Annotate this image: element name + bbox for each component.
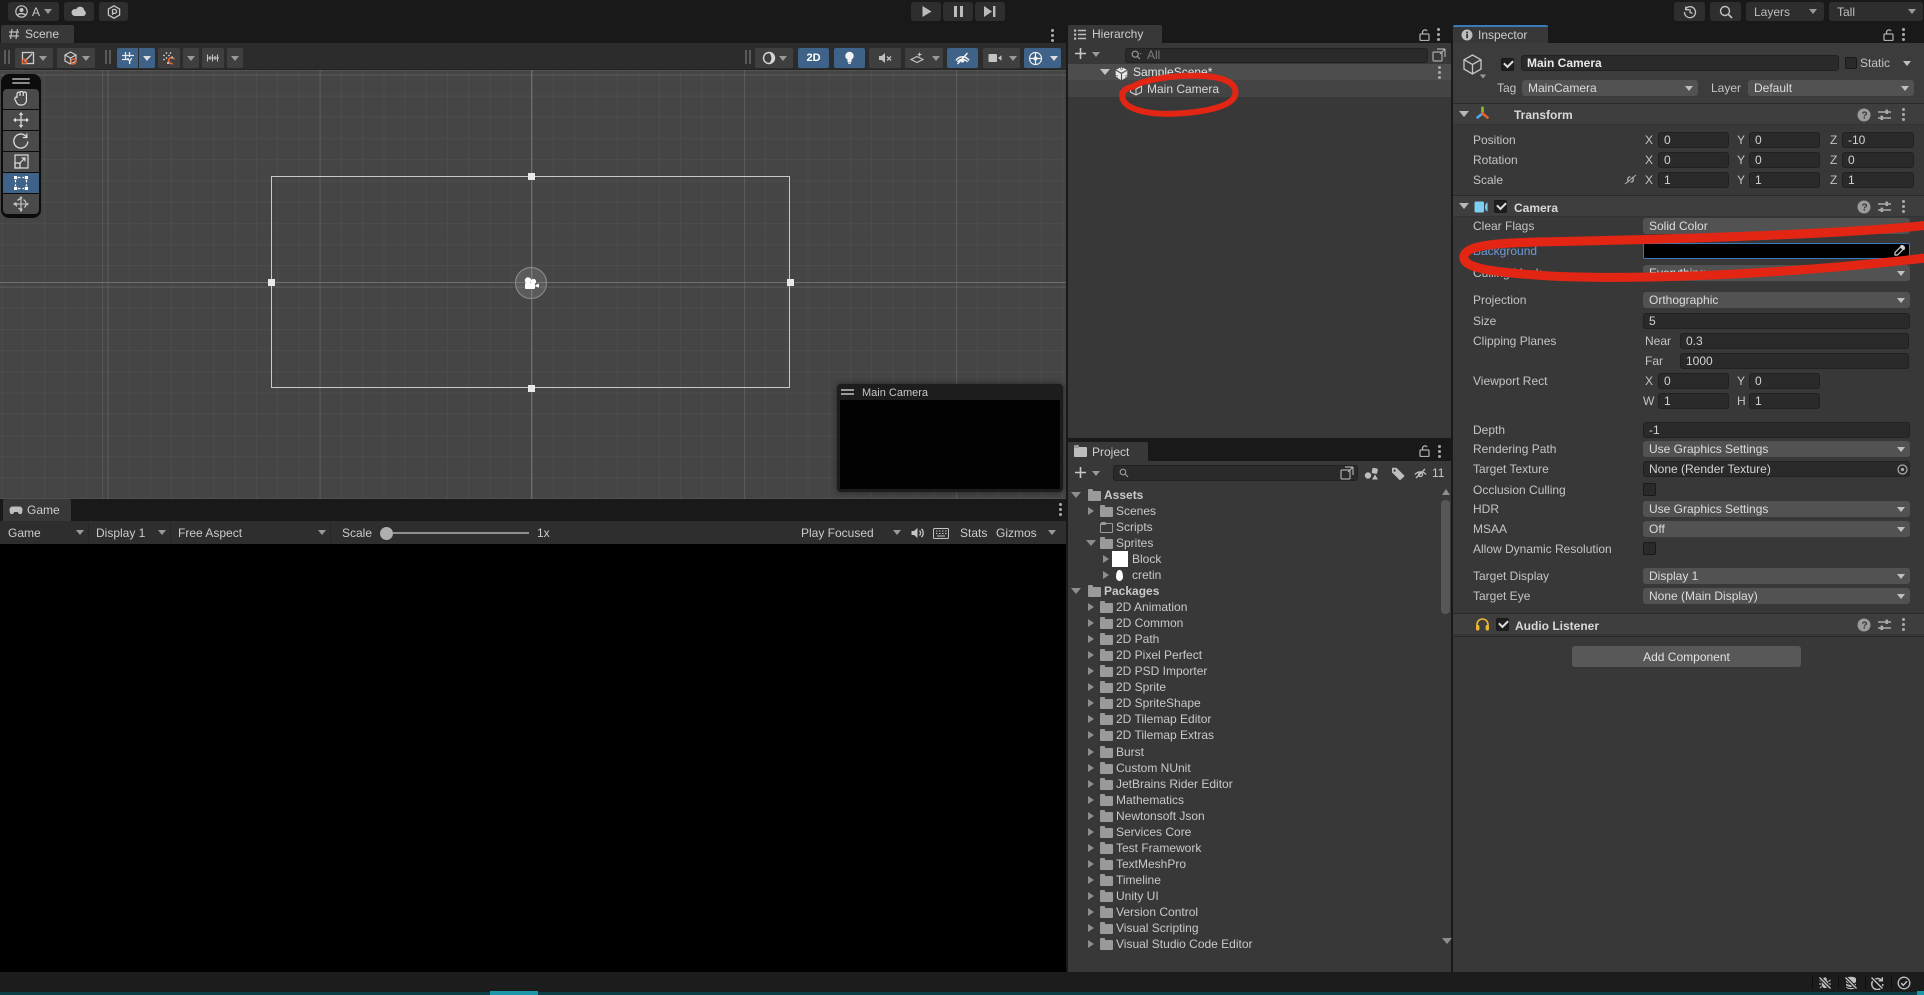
svg-text:?: ?: [1862, 111, 1868, 122]
svg-text:?: ?: [1862, 621, 1868, 632]
svg-text:?: ?: [1862, 203, 1868, 214]
svg-text:Y: Y: [127, 57, 133, 65]
